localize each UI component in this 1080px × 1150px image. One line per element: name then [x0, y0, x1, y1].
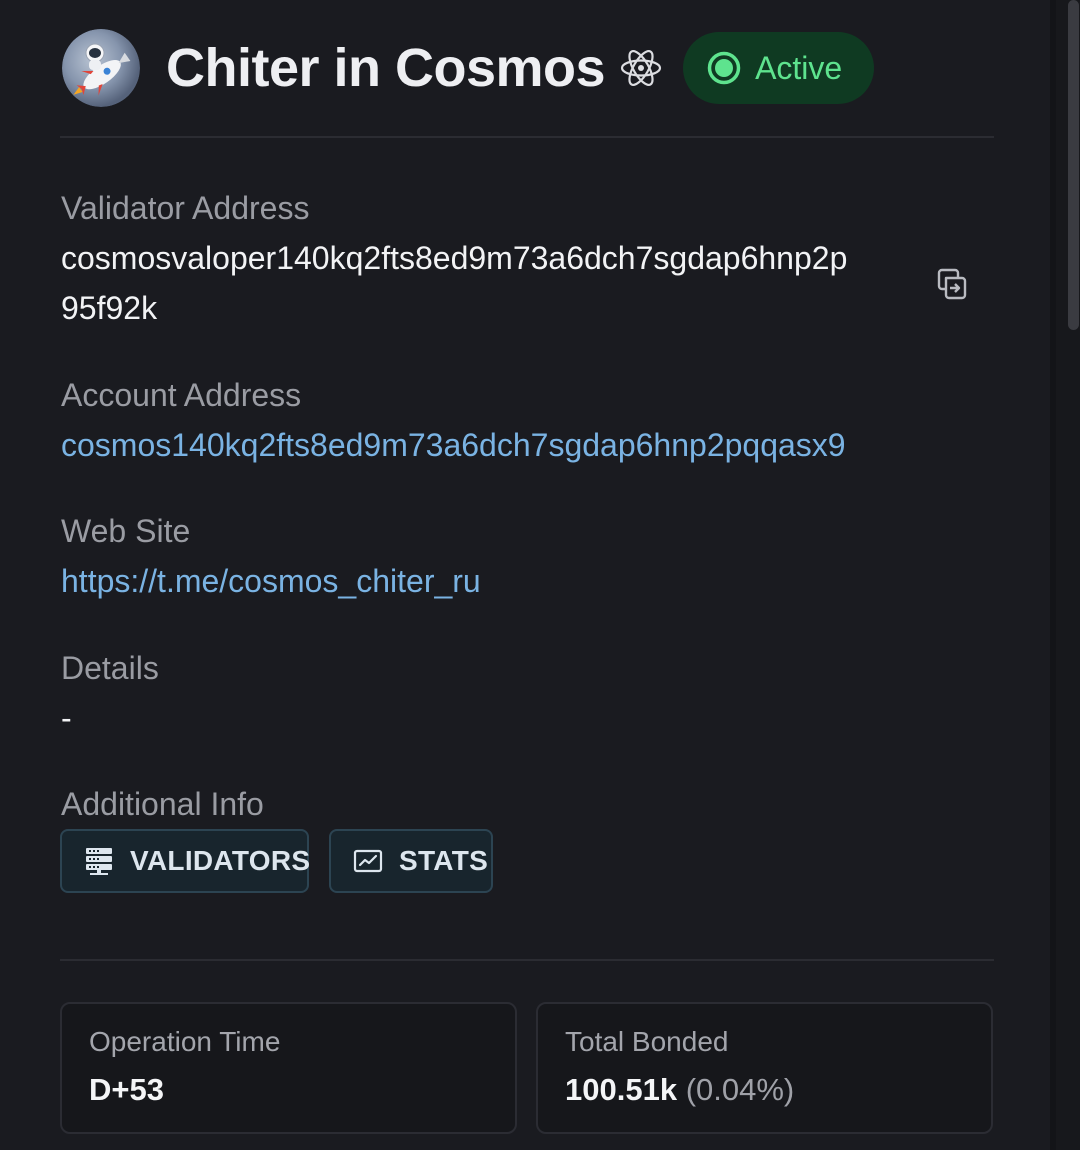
operation-time-card: Operation Time D+53	[60, 1002, 517, 1134]
validator-address-value-line2: 95f92k	[61, 290, 158, 326]
status-badge: Active	[683, 32, 875, 104]
section-divider	[60, 959, 994, 961]
status-label: Active	[755, 49, 843, 86]
stats-button-label: STATS	[399, 845, 489, 876]
total-bonded-value-row: 100.51k (0.04%)	[565, 1072, 794, 1108]
server-rack-icon	[84, 846, 114, 876]
status-dot-icon	[707, 51, 741, 85]
account-address-label: Account Address	[61, 377, 302, 413]
stats-button[interactable]: STATS	[329, 829, 493, 893]
validator-avatar	[62, 29, 140, 107]
validators-button[interactable]: VALIDATORS	[60, 829, 311, 893]
validator-header: Chiter in Cosmos Active	[62, 28, 875, 108]
page: Chiter in Cosmos Active Validator Addres…	[0, 0, 1080, 1150]
validator-name: Chiter in Cosmos	[166, 38, 606, 98]
validators-button-label: VALIDATORS	[130, 845, 311, 876]
scrollbar-thumb[interactable]	[1068, 0, 1079, 330]
atom-icon	[619, 46, 663, 90]
details-value: -	[61, 700, 72, 736]
total-bonded-label: Total Bonded	[565, 1026, 729, 1057]
total-bonded-value: 100.51k	[565, 1072, 678, 1107]
total-bonded-percent: (0.04%)	[685, 1072, 795, 1107]
validator-address-label: Validator Address	[61, 190, 310, 226]
operation-time-value: D+53	[89, 1072, 164, 1107]
operation-time-label: Operation Time	[89, 1026, 281, 1057]
chart-window-icon	[353, 846, 383, 876]
web-site-label: Web Site	[61, 513, 191, 549]
copy-icon[interactable]	[934, 266, 970, 302]
validator-address-value-line1: cosmosvaloper140kq2fts8ed9m73a6dch7sgdap…	[61, 240, 848, 276]
web-site-link[interactable]: https://t.me/cosmos_chiter_ru	[61, 563, 481, 600]
details-label: Details	[61, 650, 159, 686]
total-bonded-card: Total Bonded 100.51k (0.04%)	[536, 1002, 993, 1134]
additional-info-label: Additional Info	[61, 786, 264, 822]
validator-panel: Chiter in Cosmos Active Validator Addres…	[0, 0, 1050, 1150]
header-divider	[60, 136, 994, 138]
account-address-link[interactable]: cosmos140kq2fts8ed9m73a6dch7sgdap6hnp2pq…	[61, 427, 846, 464]
